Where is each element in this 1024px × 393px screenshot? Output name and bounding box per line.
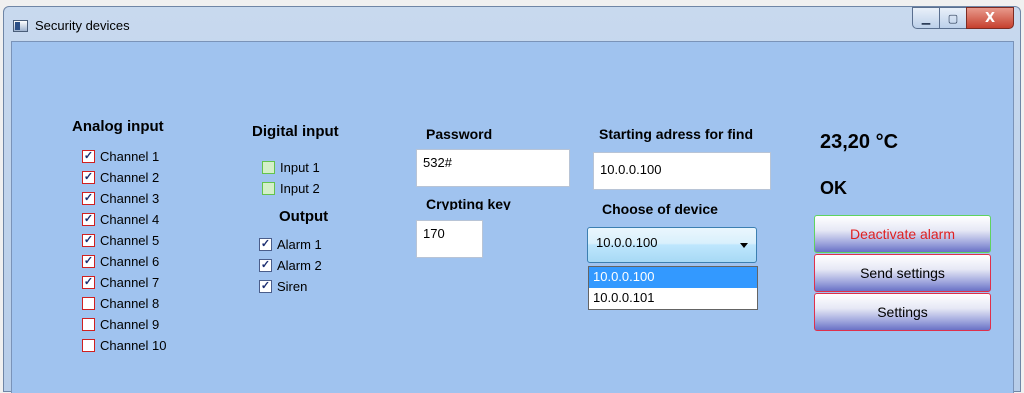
channel-10-checkbox[interactable]: Channel 10 (82, 335, 167, 355)
channel-label: Channel 6 (100, 253, 160, 269)
input-label: Input 1 (280, 159, 320, 175)
checkbox-unchecked-icon (82, 296, 95, 310)
channel-6-checkbox[interactable]: Channel 6 (82, 251, 159, 271)
channel-label: Channel 9 (100, 316, 160, 332)
alarm-2-checkbox[interactable]: Alarm 2 (259, 255, 322, 275)
checkbox-checked-icon (82, 212, 95, 226)
channel-1-checkbox[interactable]: Channel 1 (82, 146, 159, 166)
input-2-indicator: Input 2 (262, 178, 320, 198)
window-title: Security devices (35, 18, 130, 33)
checkbox-checked-icon (82, 149, 95, 163)
channel-label: Channel 4 (100, 211, 160, 227)
caption-buttons: ▁ ▢ X (912, 7, 1014, 29)
output-label: Siren (277, 278, 308, 294)
siren-checkbox[interactable]: Siren (259, 276, 307, 296)
device-dropdown-list: 10.0.0.100 10.0.0.101 (588, 266, 758, 310)
output-heading: Output (279, 208, 329, 225)
chevron-down-icon (740, 243, 748, 248)
device-option[interactable]: 10.0.0.101 (589, 288, 757, 309)
digital-input-heading: Digital input (252, 123, 339, 140)
starting-address-field[interactable]: 10.0.0.100 (593, 152, 771, 190)
channel-label: Channel 2 (100, 169, 160, 185)
checkbox-checked-icon (259, 258, 272, 272)
device-select[interactable]: 10.0.0.100 (587, 227, 757, 263)
channel-label: Channel 7 (100, 274, 160, 290)
device-select-value: 10.0.0.100 (596, 235, 658, 250)
checkbox-checked-icon (259, 237, 272, 251)
app-window: Security devices ▁ ▢ X Analog input Chan… (3, 6, 1021, 393)
starting-address-label: Starting adress for find (599, 126, 754, 142)
indicator-icon (262, 181, 275, 195)
choose-device-label: Choose of device (602, 201, 718, 217)
password-field[interactable]: 532# (416, 149, 570, 187)
channel-label: Channel 5 (100, 232, 160, 248)
close-button[interactable]: X (966, 7, 1014, 29)
checkbox-unchecked-icon (82, 338, 95, 352)
alarm-1-checkbox[interactable]: Alarm 1 (259, 234, 322, 254)
app-icon (13, 20, 28, 32)
status-text: OK (820, 178, 847, 198)
password-label: Password (426, 126, 493, 142)
output-label: Alarm 2 (277, 257, 322, 273)
channel-label: Channel 1 (100, 148, 160, 164)
checkbox-checked-icon (82, 191, 95, 205)
channel-8-checkbox[interactable]: Channel 8 (82, 293, 159, 313)
checkbox-checked-icon (82, 254, 95, 268)
device-option[interactable]: 10.0.0.100 (589, 267, 757, 288)
checkbox-checked-icon (259, 279, 272, 293)
channel-7-checkbox[interactable]: Channel 7 (82, 272, 159, 292)
checkbox-checked-icon (82, 275, 95, 289)
deactivate-alarm-button[interactable]: Deactivate alarm (814, 215, 991, 253)
channel-3-checkbox[interactable]: Channel 3 (82, 188, 159, 208)
channel-2-checkbox[interactable]: Channel 2 (82, 167, 159, 187)
crypting-key-field[interactable]: 170 (416, 220, 483, 258)
channel-5-checkbox[interactable]: Channel 5 (82, 230, 159, 250)
channel-label: Channel 10 (100, 337, 167, 353)
checkbox-unchecked-icon (82, 317, 95, 331)
checkbox-checked-icon (82, 170, 95, 184)
maximize-button[interactable]: ▢ (939, 7, 966, 29)
input-label: Input 2 (280, 180, 320, 196)
channel-4-checkbox[interactable]: Channel 4 (82, 209, 159, 229)
settings-button[interactable]: Settings (814, 293, 991, 331)
output-label: Alarm 1 (277, 236, 322, 252)
channel-label: Channel 8 (100, 295, 160, 311)
indicator-icon (262, 160, 275, 174)
send-settings-button[interactable]: Send settings (814, 254, 991, 292)
analog-input-heading: Analog input (72, 118, 164, 135)
channel-9-checkbox[interactable]: Channel 9 (82, 314, 159, 334)
checkbox-checked-icon (82, 233, 95, 247)
input-1-indicator: Input 1 (262, 157, 320, 177)
channel-label: Channel 3 (100, 190, 160, 206)
client-area: Analog input Channel 1 Channel 2 Channel… (11, 41, 1014, 393)
title-bar: Security devices ▁ ▢ X (4, 7, 1020, 41)
temperature-readout: 23,20 °C (820, 131, 899, 153)
crypting-key-label: Crypting key (426, 196, 511, 210)
minimize-button[interactable]: ▁ (912, 7, 939, 29)
